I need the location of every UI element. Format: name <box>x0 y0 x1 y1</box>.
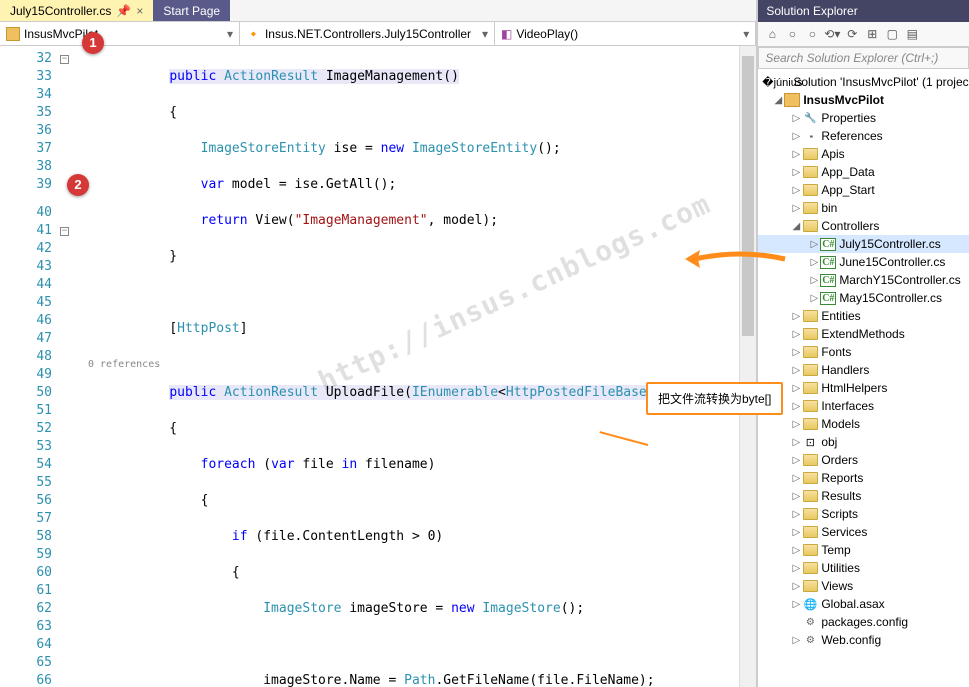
tree-item[interactable]: ▷Fonts <box>758 343 969 361</box>
tree-item[interactable]: ▷Temp <box>758 541 969 559</box>
tree-item[interactable]: ▷App_Data <box>758 163 969 181</box>
config-icon <box>802 617 818 628</box>
folder-icon <box>802 400 818 412</box>
tree-item[interactable]: ▷Scripts <box>758 505 969 523</box>
callout-annotation: 把文件流转换为byte[] <box>646 382 783 415</box>
folder-icon <box>802 508 818 520</box>
cs-icon: C# <box>820 292 836 305</box>
annotation-marker-2: 2 <box>67 174 89 196</box>
folder-icon <box>802 526 818 538</box>
tree-item[interactable]: ▷⊡obj <box>758 433 969 451</box>
solution-tree: �júniusSolution 'InsusMvcPilot' (1 proje… <box>758 69 969 687</box>
cs-icon: C# <box>820 274 836 287</box>
forward-icon[interactable]: ○ <box>804 26 820 42</box>
folder-icon <box>802 580 818 592</box>
tree-item-controllers[interactable]: ◢Controllers <box>758 217 969 235</box>
tree-item[interactable]: ▷bin <box>758 199 969 217</box>
tree-item[interactable]: ▷App_Start <box>758 181 969 199</box>
tree-file[interactable]: ▷🌐Global.asax <box>758 595 969 613</box>
class-icon: 🔸 <box>246 27 261 41</box>
home-icon[interactable]: ⌂ <box>764 26 780 42</box>
folder-icon <box>802 490 818 502</box>
chevron-down-icon: ▾ <box>743 27 749 41</box>
nav-namespace[interactable]: InsusMvcPilot▾ <box>0 22 240 45</box>
folder-icon <box>802 454 818 466</box>
tab-start-page[interactable]: Start Page <box>153 0 230 21</box>
folder-icon <box>802 382 818 394</box>
sync-icon[interactable]: ⟲▾ <box>824 26 840 42</box>
folder-icon <box>802 310 818 322</box>
solution-toolbar: ⌂ ○ ○ ⟲▾ ⟳ ⊞ ▢ ▤ <box>758 22 969 47</box>
references-icon <box>802 132 818 141</box>
vertical-scrollbar[interactable] <box>739 46 756 687</box>
cs-icon: C# <box>820 238 836 251</box>
showall-icon[interactable]: ▢ <box>884 26 900 42</box>
tree-item[interactable]: ▷Interfaces <box>758 397 969 415</box>
folder-icon <box>802 544 818 556</box>
solution-explorer-title: Solution Explorer <box>758 0 969 22</box>
tree-item[interactable]: ▷Apis <box>758 145 969 163</box>
tree-item[interactable]: ▷Utilities <box>758 559 969 577</box>
refresh-icon[interactable]: ⟳ <box>844 26 860 42</box>
project-node[interactable]: ◢InsusMvcPilot <box>758 91 969 109</box>
tree-item[interactable]: ▷Views <box>758 577 969 595</box>
solution-node[interactable]: �júniusSolution 'InsusMvcPilot' (1 proje… <box>758 73 969 91</box>
cs-icon: C# <box>820 256 836 269</box>
codelens-refs[interactable]: 0 references <box>88 356 160 374</box>
asax-icon: 🌐 <box>802 598 818 611</box>
tree-item[interactable]: ▷Results <box>758 487 969 505</box>
folder-icon <box>802 364 818 376</box>
tree-item[interactable]: ▷ExtendMethods <box>758 325 969 343</box>
chevron-down-icon: ▾ <box>482 27 488 41</box>
folder-icon <box>802 202 818 214</box>
code-editor[interactable]: public ActionResult ImageManagement() { … <box>60 46 756 687</box>
folder-icon <box>802 418 818 430</box>
annotation-marker-1: 1 <box>82 32 104 54</box>
namespace-icon <box>6 27 20 41</box>
tree-file[interactable]: ▷C#May15Controller.cs <box>758 289 969 307</box>
folder-icon <box>802 472 818 484</box>
folder-icon <box>802 166 818 178</box>
solution-search[interactable]: Search Solution Explorer (Ctrl+;) <box>758 47 969 69</box>
folder-icon <box>802 346 818 358</box>
scroll-thumb[interactable] <box>742 56 754 336</box>
close-icon[interactable]: × <box>136 4 143 18</box>
tab-bar: July15Controller.cs📌× Start Page <box>0 0 756 22</box>
tree-item[interactable]: ▷HtmlHelpers <box>758 379 969 397</box>
tree-item[interactable]: ▷Orders <box>758 451 969 469</box>
back-icon[interactable]: ○ <box>784 26 800 42</box>
arrow-annotation <box>680 244 790 278</box>
config-icon <box>802 635 818 646</box>
wrench-icon <box>802 113 818 124</box>
folder-icon <box>802 220 818 232</box>
tree-item[interactable]: ▷Handlers <box>758 361 969 379</box>
pin-icon[interactable]: 📌 <box>116 4 131 18</box>
folder-icon <box>802 328 818 340</box>
method-icon: ◧ <box>501 27 512 41</box>
tree-file[interactable]: packages.config <box>758 613 969 631</box>
tree-item[interactable]: ▷Reports <box>758 469 969 487</box>
tree-item[interactable]: ▷Properties <box>758 109 969 127</box>
folder-icon <box>802 148 818 160</box>
tree-item[interactable]: ▷Services <box>758 523 969 541</box>
tree-file[interactable]: ▷Web.config <box>758 631 969 649</box>
collapse-icon[interactable]: ⊞ <box>864 26 880 42</box>
nav-class[interactable]: 🔸Insus.NET.Controllers.July15Controller▾ <box>240 22 495 45</box>
tree-item[interactable]: ▷References <box>758 127 969 145</box>
project-icon <box>784 93 800 107</box>
folder-icon <box>802 184 818 196</box>
obj-icon: ⊡ <box>802 436 818 449</box>
tab-active[interactable]: July15Controller.cs📌× <box>0 0 153 21</box>
line-gutter: 3233343536373839404142434445464748495051… <box>0 46 60 687</box>
tree-item[interactable]: ▷Entities <box>758 307 969 325</box>
properties-icon[interactable]: ▤ <box>904 26 920 42</box>
folder-icon <box>802 562 818 574</box>
nav-bar: InsusMvcPilot▾ 🔸Insus.NET.Controllers.Ju… <box>0 22 756 46</box>
nav-method[interactable]: ◧VideoPlay()▾ <box>495 22 756 45</box>
chevron-down-icon: ▾ <box>227 27 233 41</box>
tree-item[interactable]: ▷Models <box>758 415 969 433</box>
